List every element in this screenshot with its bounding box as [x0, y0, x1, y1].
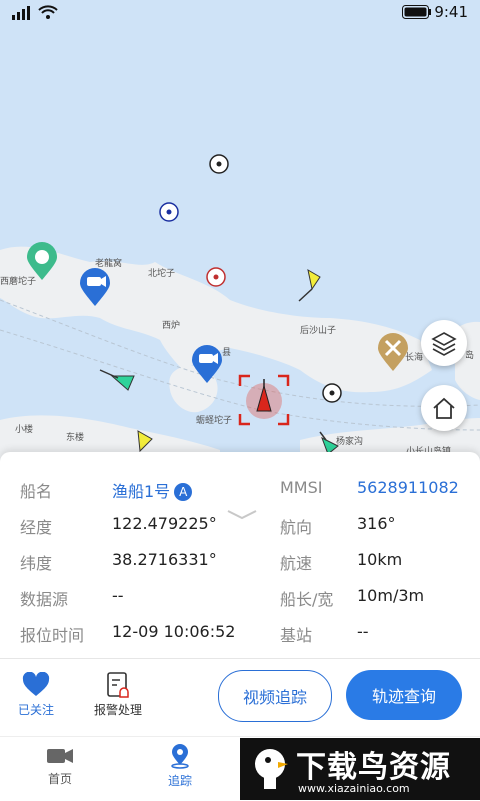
alarm-handle-label: 报警处理	[93, 703, 142, 717]
track-query-button[interactable]: 轨迹查询	[346, 670, 462, 720]
place-label: 蛎蛏坨子	[196, 416, 233, 426]
layers-button[interactable]	[421, 320, 467, 366]
ship-name-value[interactable]: 渔船1号	[112, 482, 170, 501]
layers-icon	[431, 332, 457, 356]
station-pin-icon[interactable]	[25, 242, 59, 282]
label-data-source: 数据源	[20, 590, 69, 609]
latitude-value: 38.2716331°	[112, 550, 217, 569]
home-map-button[interactable]	[421, 385, 467, 431]
dimensions-value: 10m/3m	[357, 586, 425, 605]
windmill-pin-icon[interactable]	[376, 333, 410, 373]
watermark-banner: 下载鸟资源 www.xiazainiao.com	[240, 738, 480, 800]
label-latitude: 纬度	[20, 554, 53, 573]
place-label: 西炉	[162, 321, 181, 331]
alarm-handle-button[interactable]: 报警处理	[90, 672, 146, 718]
video-camera-icon	[47, 749, 73, 763]
wifi-icon	[38, 5, 58, 19]
target-circle-icon[interactable]	[321, 382, 343, 404]
speed-value: 10km	[357, 550, 403, 569]
place-label: 东楼	[66, 433, 85, 443]
bird-logo-icon	[255, 749, 288, 789]
video-track-button[interactable]: 视频追踪	[218, 670, 332, 722]
place-label: 岛	[465, 351, 475, 361]
label-mmsi: MMSI	[280, 478, 323, 497]
tab-track[interactable]: 追踪	[140, 743, 220, 789]
place-label: 小楼	[15, 425, 34, 435]
follow-button[interactable]: 已关注	[10, 671, 62, 718]
alarm-document-icon	[107, 672, 129, 698]
heading-value: 316°	[357, 514, 396, 533]
map-view[interactable]: 西蘑坨子 老龍窝 北坨子 西炉 后沙山子 长海 蛎蛏坨子 小楼 东楼 杨家沟 小…	[0, 0, 480, 470]
base-station-value: --	[357, 622, 369, 641]
selected-target-icon[interactable]	[238, 374, 290, 426]
ship-icon[interactable]	[294, 265, 324, 305]
watermark-title: 下载鸟资源	[296, 750, 451, 785]
clock: 9:41	[434, 3, 468, 21]
collapse-chevron-icon[interactable]	[226, 508, 258, 520]
home-icon	[433, 397, 455, 419]
ship-name[interactable]: 渔船1号 A	[112, 478, 193, 502]
camera-pin-icon[interactable]	[190, 345, 224, 385]
tab-track-label: 追踪	[167, 774, 192, 788]
camera-pin-icon[interactable]	[78, 268, 112, 308]
data-source-value: --	[112, 586, 124, 605]
target-circle-icon[interactable]	[208, 153, 230, 175]
label-base-station: 基站	[280, 626, 313, 645]
divider	[0, 658, 480, 659]
watermark-url: www.xiazainiao.com	[298, 782, 410, 795]
ais-class-badge: A	[174, 483, 193, 501]
label-longitude: 经度	[20, 518, 53, 537]
label-report-time: 报位时间	[20, 626, 85, 645]
signal-icon	[12, 6, 30, 20]
longitude-value: 122.479225°	[112, 514, 217, 533]
label-heading: 航向	[280, 518, 313, 537]
ship-icon[interactable]	[130, 427, 158, 455]
report-time-value: 12-09 10:06:52	[112, 622, 236, 641]
battery-icon	[402, 5, 431, 19]
ship-icon[interactable]	[98, 366, 138, 394]
target-circle-icon[interactable]	[158, 201, 180, 223]
status-bar: 9:41	[0, 0, 480, 26]
tab-home-label: 首页	[47, 772, 72, 786]
heart-icon	[22, 671, 50, 696]
location-pin-icon	[171, 744, 189, 769]
label-speed: 航速	[280, 554, 313, 573]
tab-home[interactable]: 首页	[20, 745, 100, 787]
label-ship-name: 船名	[20, 482, 53, 501]
place-label: 后沙山子	[300, 326, 337, 336]
follow-label: 已关注	[17, 703, 54, 717]
target-circle-icon[interactable]	[205, 266, 227, 288]
label-dimensions: 船长/宽	[280, 590, 334, 609]
place-label: 北坨子	[148, 269, 176, 279]
mmsi-value[interactable]: 5628911082	[357, 478, 459, 497]
